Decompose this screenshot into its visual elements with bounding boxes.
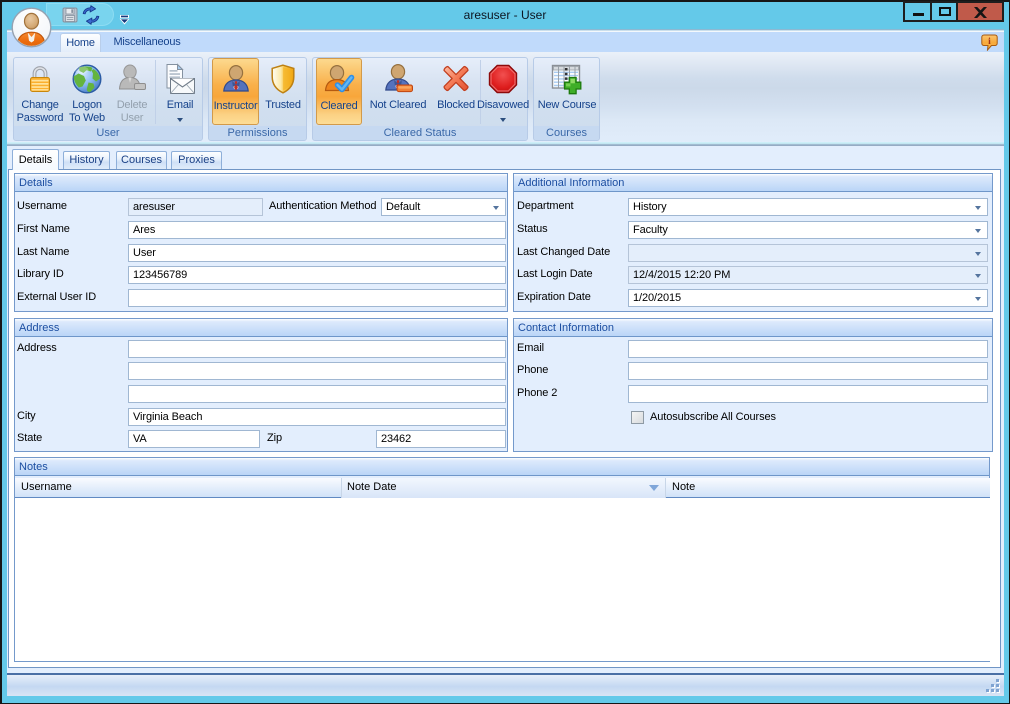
- svg-text:i: i: [988, 37, 991, 47]
